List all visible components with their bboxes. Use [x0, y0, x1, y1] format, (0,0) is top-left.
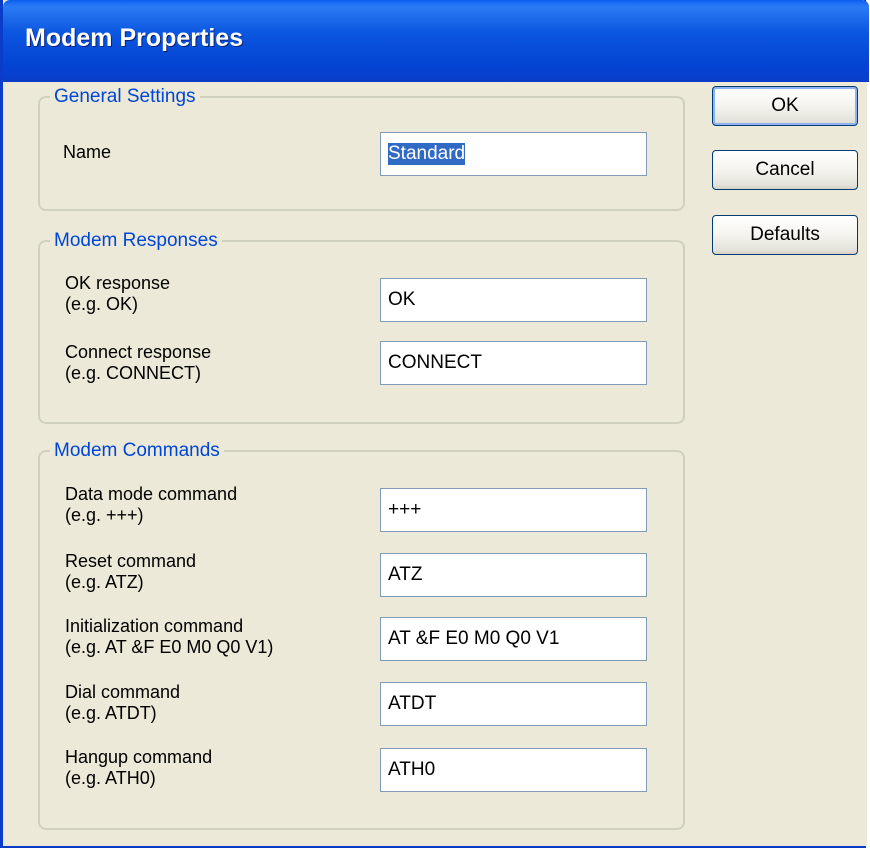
modem-properties-dialog: Modem Properties General Settings Name S… — [0, 0, 869, 848]
name-label-text: Name — [63, 142, 112, 162]
initialization-command-value: AT &F E0 M0 Q0 V1 — [388, 628, 560, 649]
connect-response-field[interactable]: CONNECT — [380, 341, 647, 385]
dial-command-label: Dial command (e.g. ATDT) — [65, 682, 180, 724]
reset-command-label-line2: (e.g. ATZ) — [65, 572, 144, 592]
name-label: Name — [63, 142, 111, 163]
initialization-command-field[interactable]: AT &F E0 M0 Q0 V1 — [380, 617, 647, 661]
modem-responses-legend: Modem Responses — [54, 230, 218, 251]
connect-response-label-line2: (e.g. CONNECT) — [65, 363, 202, 383]
connect-response-label: Connect response (e.g. CONNECT) — [65, 342, 211, 384]
hangup-command-value: ATH0 — [388, 759, 436, 780]
defaults-button-label: Defaults — [750, 224, 820, 245]
initialization-command-label-line2: (e.g. AT &F E0 M0 Q0 V1) — [65, 637, 274, 657]
data-mode-command-label: Data mode command (e.g. +++) — [65, 484, 237, 526]
reset-command-label: Reset command (e.g. ATZ) — [65, 551, 196, 593]
data-mode-command-field[interactable]: +++ — [380, 488, 647, 532]
dial-command-label-line2: (e.g. ATDT) — [65, 703, 157, 723]
general-settings-legend: General Settings — [54, 86, 196, 107]
ok-response-label: OK response (e.g. OK) — [65, 273, 170, 315]
connect-response-label-line1: Connect response — [65, 342, 212, 362]
reset-command-field[interactable]: ATZ — [380, 553, 647, 597]
data-mode-command-label-line1: Data mode command — [65, 484, 238, 504]
modem-commands-legend: Modem Commands — [54, 440, 220, 461]
name-field-value: Standard — [388, 143, 466, 165]
cancel-button[interactable]: Cancel — [712, 150, 858, 190]
hangup-command-label-line1: Hangup command — [65, 747, 213, 767]
data-mode-command-value: +++ — [388, 499, 422, 520]
ok-response-label-line1: OK response — [65, 273, 171, 293]
data-mode-command-label-line2: (e.g. +++) — [65, 505, 144, 525]
hangup-command-label-line2: (e.g. ATH0) — [65, 768, 156, 788]
dialog-title: Modem Properties — [25, 24, 244, 52]
ok-button-label: OK — [771, 95, 799, 116]
cancel-button-label: Cancel — [755, 159, 815, 180]
dial-command-field[interactable]: ATDT — [380, 682, 647, 726]
hangup-command-label: Hangup command (e.g. ATH0) — [65, 747, 212, 789]
defaults-button[interactable]: Defaults — [712, 215, 858, 255]
ok-response-label-line2: (e.g. OK) — [65, 294, 139, 314]
initialization-command-label-line1: Initialization command — [65, 616, 244, 636]
connect-response-value: CONNECT — [388, 352, 482, 373]
reset-command-label-line1: Reset command — [65, 551, 197, 571]
reset-command-value: ATZ — [388, 564, 423, 585]
ok-button[interactable]: OK — [712, 86, 858, 126]
name-field[interactable]: Standard — [380, 132, 647, 176]
dial-command-value: ATDT — [388, 693, 437, 714]
initialization-command-label: Initialization command (e.g. AT &F E0 M0… — [65, 616, 273, 658]
dialog-client-area: General Settings Name Standard Modem Res… — [6, 82, 867, 846]
modem-responses-group: Modem Responses — [38, 230, 685, 424]
hangup-command-field[interactable]: ATH0 — [380, 748, 647, 792]
ok-response-value: OK — [388, 289, 416, 310]
dial-command-label-line1: Dial command — [65, 682, 181, 702]
title-bar[interactable]: Modem Properties — [3, 0, 869, 82]
ok-response-field[interactable]: OK — [380, 278, 647, 322]
